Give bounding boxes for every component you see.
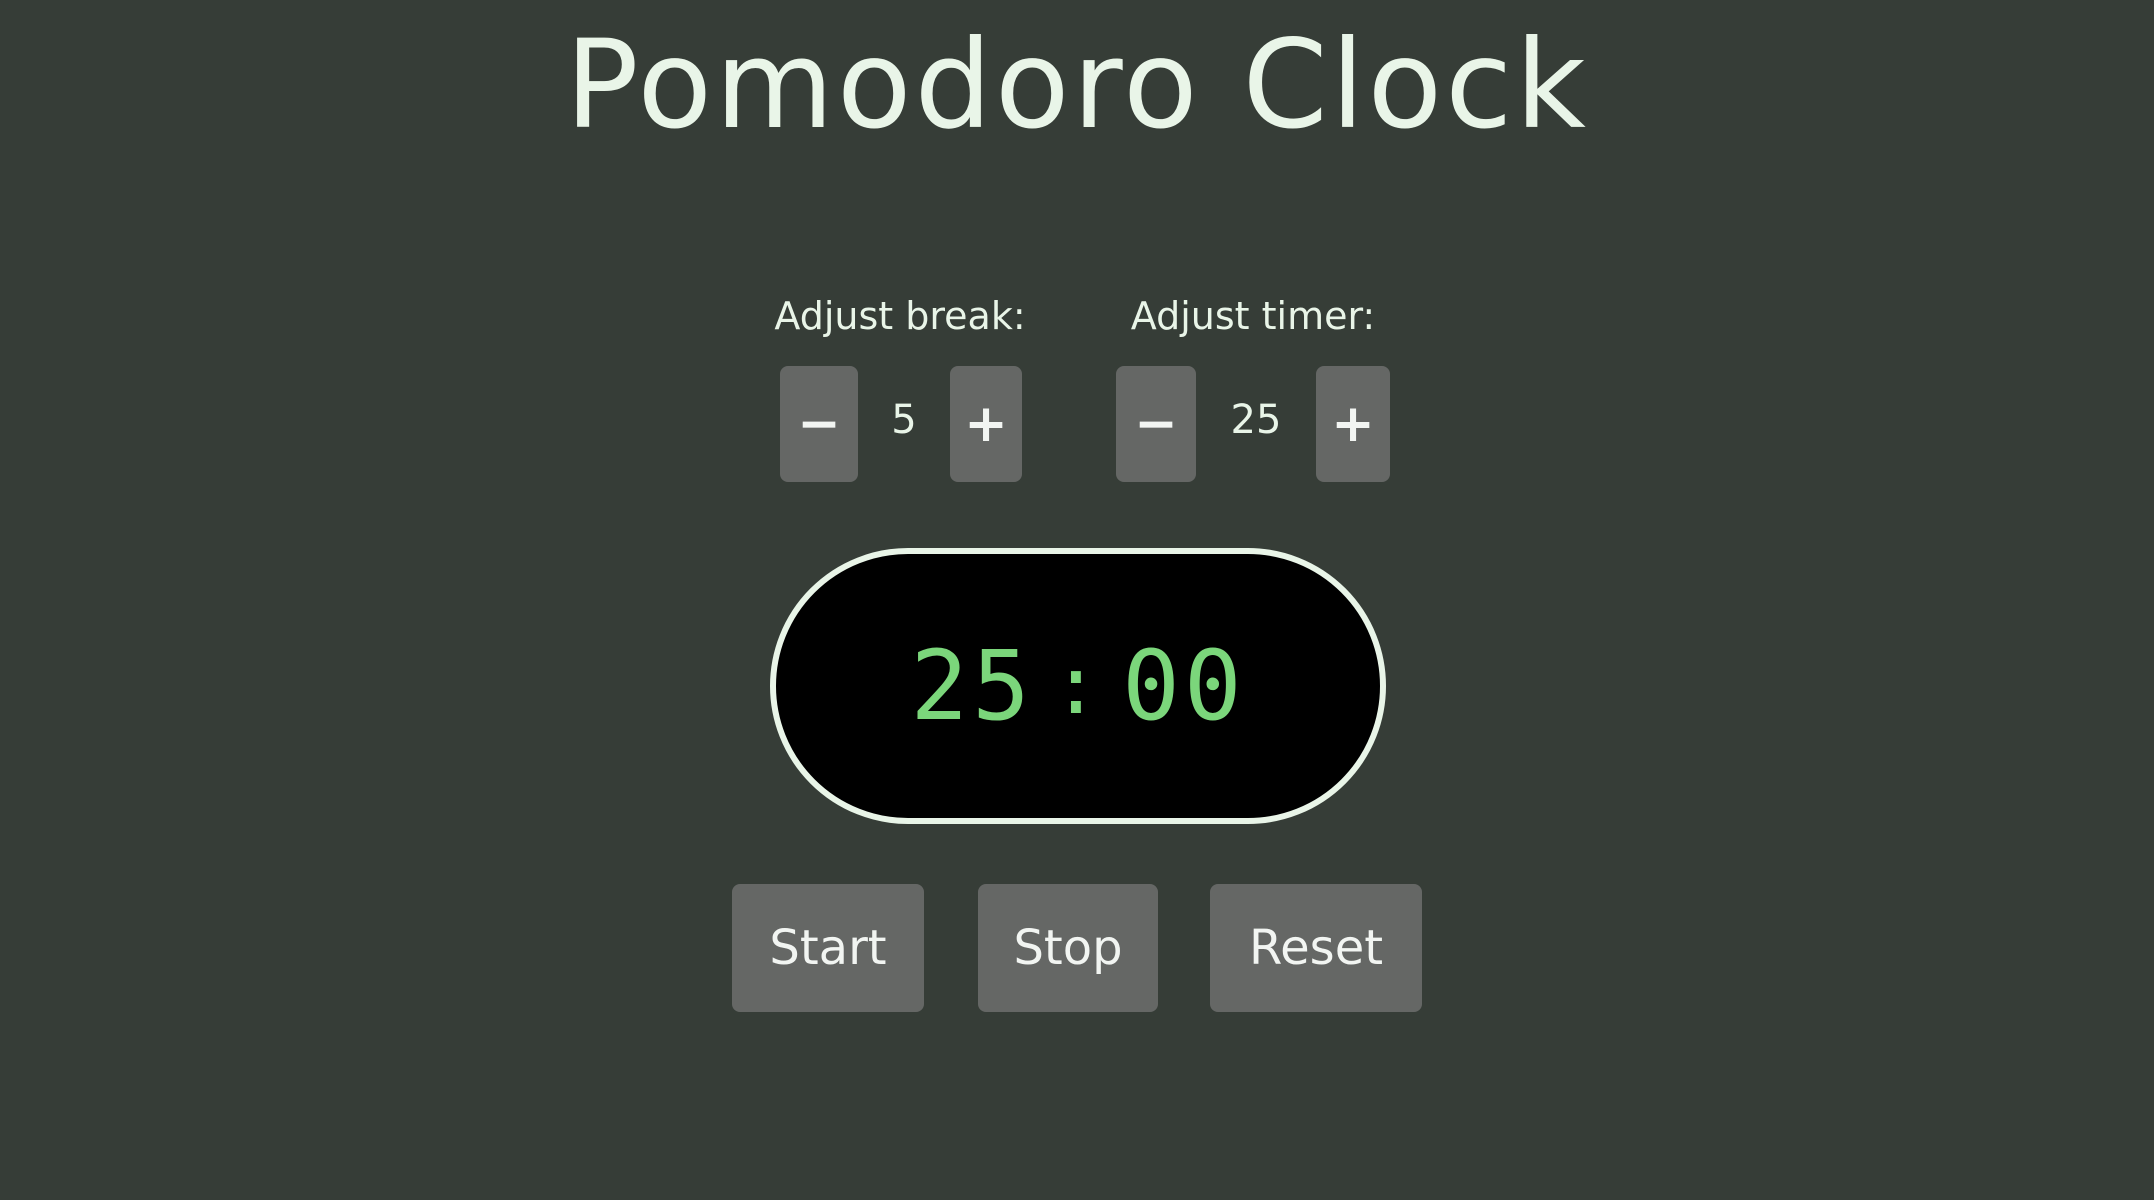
timer-label: Adjust timer: <box>1130 294 1376 338</box>
timer-display: 25 : 00 <box>770 548 1386 824</box>
seconds-value: 00 <box>1122 630 1246 742</box>
timer-value: 25 <box>1230 397 1282 443</box>
timer-adjuster: Adjust timer: − 25 + <box>1110 292 1396 492</box>
stop-button[interactable]: Stop <box>978 884 1158 1012</box>
break-increment-button[interactable]: + <box>950 366 1022 482</box>
timer-increment-button[interactable]: + <box>1316 366 1390 482</box>
time-separator: : <box>1051 639 1105 732</box>
break-adjuster: Adjust break: − 5 + <box>760 292 1040 492</box>
minutes-value: 25 <box>910 630 1034 742</box>
break-decrement-button[interactable]: − <box>780 366 858 482</box>
start-button[interactable]: Start <box>732 884 924 1012</box>
pomodoro-app: Pomodoro Clock Adjust break: − 5 + Adjus… <box>0 0 2154 1200</box>
timer-decrement-button[interactable]: − <box>1116 366 1196 482</box>
reset-button[interactable]: Reset <box>1210 884 1422 1012</box>
break-value: 5 <box>891 397 917 443</box>
time-readout: 25 : 00 <box>910 636 1245 736</box>
page-title: Pomodoro Clock <box>565 14 1589 156</box>
break-label: Adjust break: <box>774 294 1026 338</box>
